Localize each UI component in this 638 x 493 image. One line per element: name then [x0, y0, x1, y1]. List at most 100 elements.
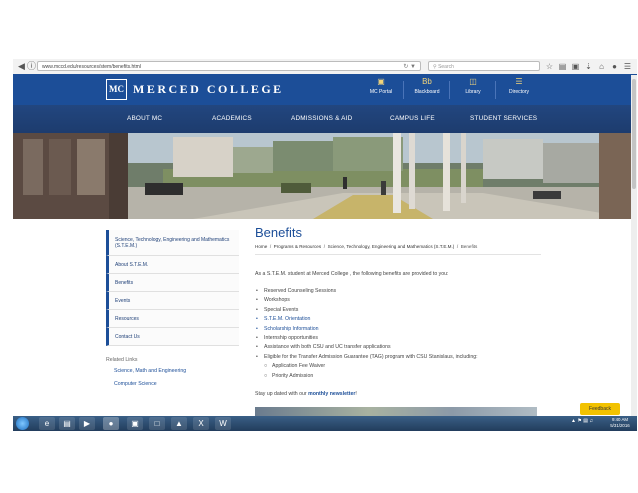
bullet-icon: •	[256, 316, 258, 323]
list-item: ○ Priority Admission	[256, 372, 478, 381]
scholarship-information-link[interactable]: Scholarship Information	[264, 326, 319, 332]
breadcrumb-home[interactable]: Home	[255, 244, 267, 249]
bullet-icon: •	[256, 335, 258, 342]
reading-list-icon[interactable]: ▤	[558, 61, 567, 72]
util-divider	[449, 81, 450, 99]
mc-portal-link[interactable]: ▣ MC Portal	[359, 77, 403, 103]
excel-icon[interactable]: X	[193, 417, 209, 430]
sub-benefit-text: Priority Admission	[272, 372, 314, 379]
newsletter-line: Stay up dated with our monthly newslette…	[255, 391, 357, 397]
util-divider	[403, 81, 404, 99]
benefit-text: Eligible for the Transfer Admission Guar…	[264, 353, 478, 360]
breadcrumb-separator: /	[268, 244, 273, 249]
nav-campus-life[interactable]: CAMPUS LIFE	[390, 105, 435, 133]
list-item: • Internship opportunities	[256, 334, 478, 343]
breadcrumb-programs[interactable]: Programs & Resources	[274, 244, 322, 249]
firefox-icon[interactable]: ●	[103, 417, 119, 430]
library-link[interactable]: ◫ Library	[451, 77, 495, 103]
list-item: • Workshops	[256, 296, 478, 305]
building-icon: ▣	[377, 77, 385, 86]
start-button[interactable]	[16, 417, 29, 430]
sub-benefit-text: Application Fee Waiver	[272, 363, 326, 370]
search-placeholder: Search	[438, 64, 454, 70]
word-pad-icon[interactable]: □	[149, 417, 165, 430]
monthly-newsletter-link[interactable]: monthly newsletter	[308, 391, 355, 397]
info-icon[interactable]: ⓘ	[26, 61, 37, 72]
sidebar-nav: Science, Technology, Engineering and Mat…	[106, 230, 239, 346]
home-icon[interactable]: ⌂	[597, 61, 606, 72]
directory-link[interactable]: ☰ Directory	[497, 77, 541, 103]
sidebar-item-contact-us[interactable]: Contact Us	[106, 328, 239, 346]
benefit-text: Assistance with both CSU and UC transfer…	[264, 344, 391, 351]
pdf-icon[interactable]: ▲	[171, 417, 187, 430]
list-item: • Assistance with both CSU and UC transfe…	[256, 343, 478, 352]
mc-portal-label: MC Portal	[369, 89, 393, 95]
star-icon[interactable]: ☆	[545, 61, 554, 72]
sidebar-item-resources[interactable]: Resources	[106, 310, 239, 328]
library-icon: ◫	[469, 77, 477, 86]
sidebar-item-benefits[interactable]: Benefits	[106, 274, 239, 292]
hero-campus-photo	[13, 133, 637, 219]
nav-about-mc[interactable]: ABOUT MC	[127, 105, 162, 133]
breadcrumb-current: Benefits	[460, 244, 478, 249]
breadcrumb-stem[interactable]: Science, Technology, Engineering and Mat…	[328, 244, 455, 249]
browser-toolbar-icons: ☆ ▤ ▣ ⇣ ⌂ ● ☰	[545, 61, 632, 72]
scrollbar-thumb[interactable]	[632, 79, 636, 189]
sync-icon[interactable]: ●	[610, 61, 619, 72]
benefit-text: Workshops	[264, 297, 290, 304]
campus-photo	[13, 133, 637, 219]
list-item: • S.T.E.M. Orientation	[256, 315, 478, 324]
menu-icon[interactable]: ☰	[623, 61, 632, 72]
benefit-text: Special Events	[264, 306, 299, 313]
circle-bullet-icon: ○	[264, 363, 268, 370]
related-link-computer-science[interactable]: Computer Science	[114, 381, 157, 387]
sidebar-item-stem[interactable]: Science, Technology, Engineering and Mat…	[106, 230, 239, 256]
windows-taskbar: e ▤ ▶ ● ▣ □ ▲ X W ▲ ⚑ ▤ ♫ 9:40 AM 5/31/2…	[13, 416, 637, 431]
nav-admissions-aid[interactable]: ADMISSIONS & AID	[291, 105, 352, 133]
address-bar[interactable]: www.mccd.edu/resources/stem/benefits.htm…	[37, 61, 421, 71]
file-explorer-icon[interactable]: ▤	[59, 417, 75, 430]
clock[interactable]: 9:40 AM 5/31/2016	[607, 417, 633, 429]
benefit-text: Internship opportunities	[264, 335, 318, 342]
bullet-icon: •	[256, 288, 258, 294]
feedback-button[interactable]: Feedback	[580, 403, 620, 415]
nav-student-services[interactable]: STUDENT SERVICES	[470, 105, 537, 133]
word-icon[interactable]: W	[215, 417, 231, 430]
blackboard-label: Blackboard	[414, 89, 440, 95]
blackboard-icon: Bb	[422, 77, 432, 86]
app-icon[interactable]: ▣	[127, 417, 143, 430]
breadcrumb-separator: /	[455, 244, 460, 249]
sidebar-item-events[interactable]: Events	[106, 292, 239, 310]
benefit-text: Reserved Counseling Sessions	[264, 288, 337, 294]
blackboard-link[interactable]: Bb Blackboard	[405, 77, 449, 103]
breadcrumb: Home / Programs & Resources / Science, T…	[255, 244, 477, 249]
college-logo[interactable]: MC	[106, 79, 127, 100]
download-icon[interactable]: ⇣	[584, 61, 593, 72]
library-label: Library	[465, 89, 481, 95]
browser-toolbar: ◀ ⓘ www.mccd.edu/resources/stem/benefits…	[13, 59, 637, 75]
feedback-label: Feedback	[589, 406, 611, 412]
directory-icon: ☰	[515, 77, 523, 86]
system-tray-icons[interactable]: ▲ ⚑ ▤ ♫	[571, 418, 593, 424]
stem-orientation-link[interactable]: S.T.E.M. Orientation	[264, 316, 310, 322]
search-icon: ⚲	[433, 64, 437, 70]
intro-text: As a S.T.E.M. student at Merced College …	[255, 271, 449, 277]
sidebar-item-about-stem[interactable]: About S.T.E.M.	[106, 256, 239, 274]
newsletter-suffix: !	[355, 391, 357, 397]
url-text: www.mccd.edu/resources/stem/benefits.htm…	[42, 64, 141, 70]
related-link-science-math-engineering[interactable]: Science, Math and Engineering	[114, 368, 186, 374]
ie-icon[interactable]: e	[39, 417, 55, 430]
page-title: Benefits	[255, 225, 302, 240]
benefits-list: • Reserved Counseling Sessions • Workshops…	[256, 287, 478, 381]
pocket-icon[interactable]: ▣	[571, 61, 580, 72]
clock-date: 5/31/2016	[610, 423, 630, 428]
breadcrumb-divider	[255, 254, 541, 255]
reload-icon[interactable]: ↻ ▼	[403, 62, 416, 72]
bullet-icon: •	[256, 344, 258, 351]
newsletter-prefix: Stay up dated with our	[255, 391, 307, 397]
browser-search-input[interactable]: ⚲ Search	[428, 61, 540, 71]
nav-academics[interactable]: ACADEMICS	[212, 105, 252, 133]
page-scrollbar[interactable]	[631, 75, 637, 417]
college-name[interactable]: MERCED COLLEGE	[133, 82, 284, 97]
media-player-icon[interactable]: ▶	[79, 417, 95, 430]
